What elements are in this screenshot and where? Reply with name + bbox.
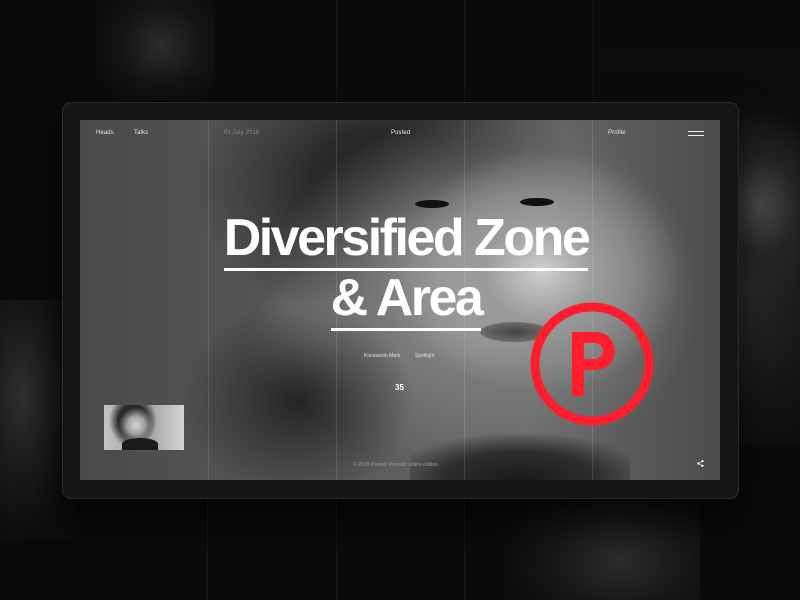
headline-line-1: Diversified Zone xyxy=(223,209,591,271)
nav-link-heads[interactable]: Heads xyxy=(96,130,114,136)
brand-link[interactable]: Posted xyxy=(391,130,410,136)
footer-copyright: © 2018 Posted. Periodic online edition. xyxy=(353,462,440,468)
nav-date: 01 July 2018 xyxy=(224,130,260,136)
hero-portrait-shirt xyxy=(410,420,630,480)
background-portrait-bottom xyxy=(500,500,700,600)
hero-portrait-eye xyxy=(520,198,554,206)
thumbnail-portrait-shoulders xyxy=(122,438,158,450)
next-article-thumbnail[interactable] xyxy=(104,405,184,450)
nav-link-talks[interactable]: Talks xyxy=(134,130,148,136)
menu-icon-bar xyxy=(688,131,704,132)
stage: Heads Talks 01 July 2018 Posted Profile … xyxy=(0,0,800,600)
background-portrait-top xyxy=(95,0,215,100)
nav-link-profile[interactable]: Profile xyxy=(608,130,626,136)
hamburger-menu-icon[interactable] xyxy=(688,131,704,137)
category-label[interactable]: Spotlight xyxy=(415,353,434,359)
menu-icon-bar xyxy=(688,135,704,136)
share-icon[interactable] xyxy=(697,460,704,467)
headline-line-2: & Area xyxy=(330,269,484,331)
posted-p-logo xyxy=(530,302,654,426)
hero-portrait-eye xyxy=(415,200,449,208)
page-number: 35 xyxy=(395,383,404,392)
author-name[interactable]: Konstantin Mark xyxy=(364,353,400,359)
